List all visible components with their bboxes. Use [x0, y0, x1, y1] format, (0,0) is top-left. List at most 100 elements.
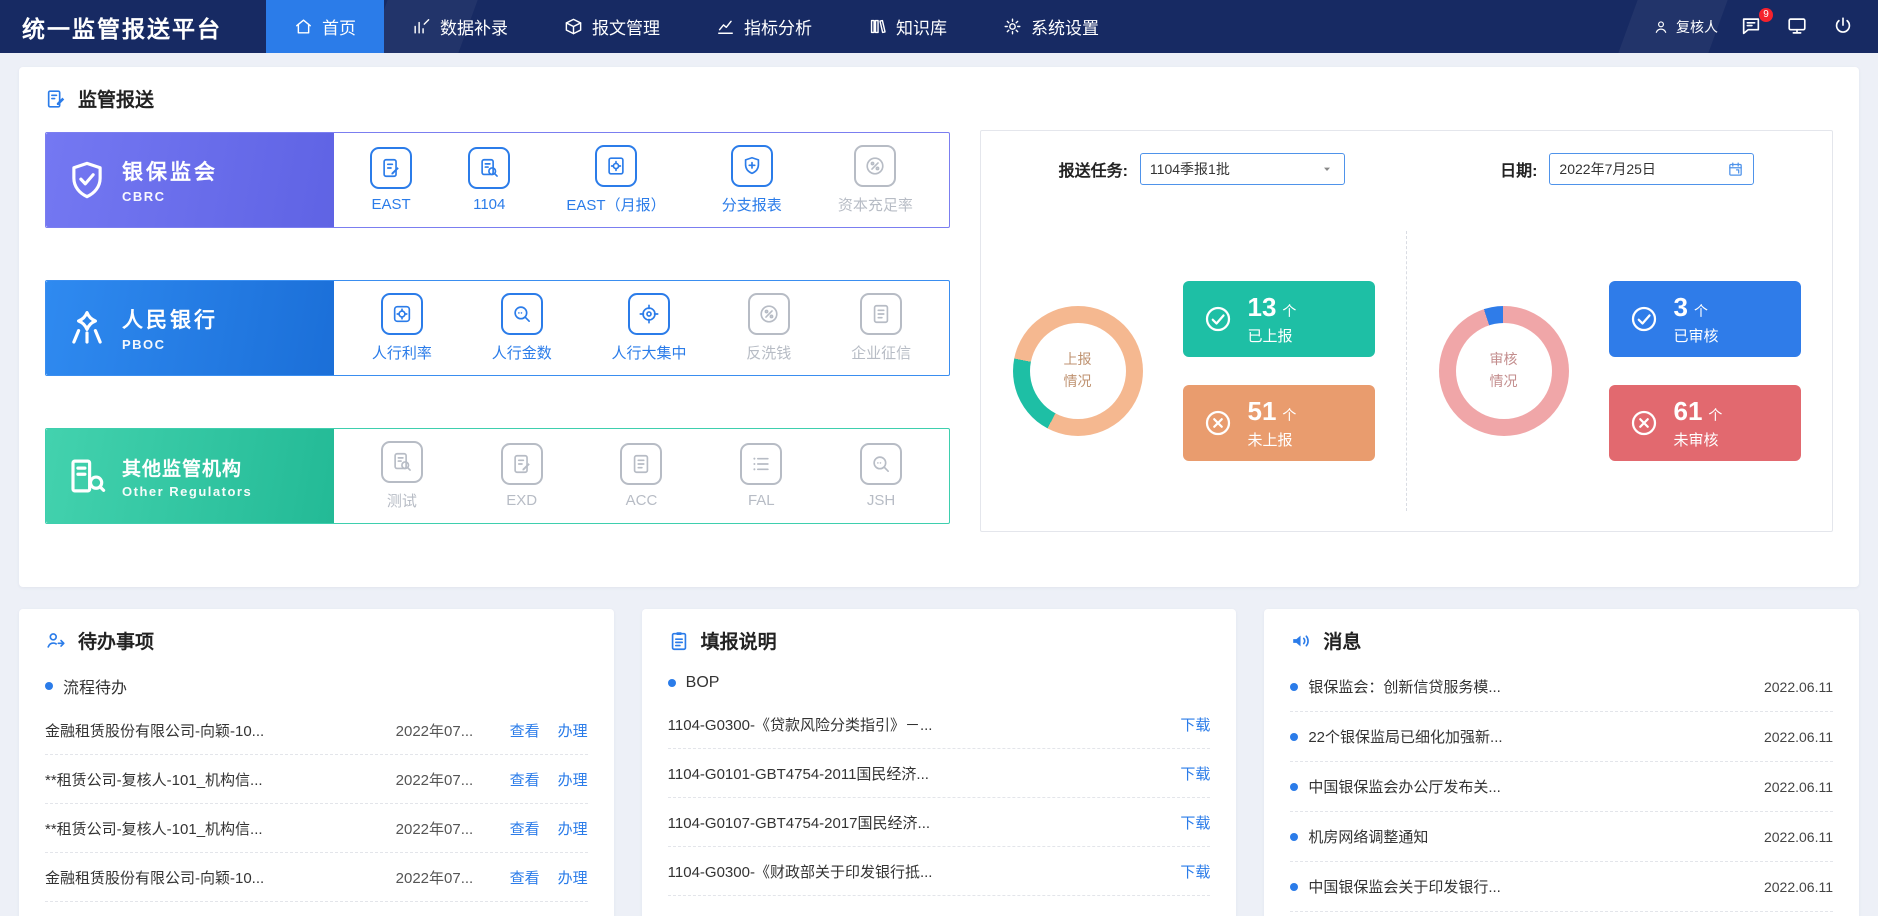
todo-date: 2022年07... [395, 820, 474, 838]
app-label: EAST [371, 196, 411, 213]
app-box [468, 147, 511, 189]
download-link[interactable]: 下载 [1180, 812, 1210, 833]
stat-number: 51 个 [1248, 396, 1297, 427]
user-menu[interactable]: 复核人 [1653, 17, 1718, 37]
message-row[interactable]: 中国银保监会办公厅发布关... 2022.06.11 [1290, 762, 1834, 812]
todo-row: **租赁公司-复核人-101_机构信... 2022年07... 查看 办理 [45, 755, 588, 804]
instructions-subtitle-row: BOP [667, 662, 1211, 700]
shield-doc-icon [741, 155, 763, 177]
stat-unit: 个 [1282, 407, 1297, 423]
donut-center-label: 上报 情况 [1063, 351, 1092, 389]
instructions-card-header: 填报说明 [668, 627, 1211, 654]
instruction-row: 1104-G0300-《贷款风险分类指引》－... 下载 [667, 700, 1211, 749]
stat-label: 未审核 [1673, 432, 1719, 449]
doc-gear-icon [605, 155, 627, 177]
handle-link[interactable]: 办理 [558, 720, 588, 741]
app-label: 企业征信 [851, 345, 912, 362]
report-status-panel: 报送任务: 1104季报1批 日期: 2022年7月25日 上报 情况 13 个… [980, 130, 1833, 532]
stat-label: 未上报 [1247, 432, 1293, 449]
handle-link[interactable]: 办理 [558, 818, 588, 839]
regulator-name: 其他监管机构 [122, 458, 243, 480]
nav-item-label: 指标分析 [744, 19, 812, 38]
doc-edit-icon [380, 157, 402, 179]
nav-item-system-settings[interactable]: 系统设置 [975, 0, 1127, 53]
app-box [370, 147, 413, 189]
instruction-row: 1104-G0101-GBT4754-2011国民经济... 下载 [667, 749, 1211, 798]
trend-icon [716, 17, 735, 36]
stat-text: 13 个已上报 [1248, 292, 1297, 346]
app-label: EXD [506, 492, 538, 509]
instruction-title: 1104-G0107-GBT4754-2017国民经济... [667, 814, 931, 832]
download-link[interactable]: 下载 [1180, 714, 1210, 735]
search-dots-icon [870, 453, 892, 475]
donut-group-review: 审核 情况 3 个已审核 61 个未审核 [1406, 231, 1832, 511]
app-box [740, 443, 783, 485]
nav-item-knowledge-base[interactable]: 知识库 [840, 0, 975, 53]
main-content: 监管报送 银保监会 CBRC EAST 1104 EAST（月报） 分支报表 资本充足率 人民… [0, 53, 1878, 916]
message-row[interactable]: 银保监会：创新信贷服务模... 2022.06.11 [1290, 662, 1834, 712]
app-pboc-jinshu[interactable]: 人行金数 [492, 293, 552, 363]
message-title: 中国银保监会办公厅发布关... [1308, 779, 1501, 796]
view-link[interactable]: 查看 [510, 867, 540, 888]
donut-center-label: 审核 情况 [1489, 351, 1518, 389]
nav-item-home[interactable]: 首页 [266, 0, 384, 53]
regulator-text: 银保监会 CBRC [122, 156, 218, 204]
todo-title: 金融租赁股份有限公司-向颖-10... [45, 869, 265, 887]
logout-button[interactable] [1832, 15, 1856, 39]
message-row[interactable]: 中国银保监会关于印发银行... 2022.06.11 [1290, 862, 1834, 912]
message-title: 机房网络调整通知 [1308, 829, 1429, 846]
shield-icon [66, 159, 108, 201]
handle-link[interactable]: 办理 [558, 769, 588, 790]
user-name: 复核人 [1676, 18, 1718, 35]
regulator-subname: PBOC [122, 337, 166, 352]
nav-item-indicator-analysis[interactable]: 指标分析 [688, 0, 840, 53]
app-label: 测试 [386, 493, 417, 510]
person-icon [1653, 19, 1669, 35]
app-east-monthly[interactable]: EAST（月报） [566, 145, 666, 215]
date-picker[interactable]: 2022年7月25日 [1549, 153, 1755, 185]
stat-value: 51 [1247, 396, 1277, 426]
bullet-dot [1290, 732, 1299, 741]
message-date: 2022.06.11 [1763, 728, 1834, 745]
view-link[interactable]: 查看 [510, 769, 540, 790]
regulator-list: 银保监会 CBRC EAST 1104 EAST（月报） 分支报表 资本充足率 人民银行 PBO… [45, 130, 950, 532]
app-aml: 反洗钱 [746, 293, 791, 363]
bullet-dot [667, 679, 676, 687]
gear-box-icon [391, 303, 413, 325]
view-link[interactable]: 查看 [510, 720, 540, 741]
regulator-row-cbrc: 银保监会 CBRC EAST 1104 EAST（月报） 分支报表 资本充足率 [45, 132, 950, 228]
list-icon [750, 453, 772, 475]
app-exd: EXD [500, 443, 543, 509]
app-pboc-rate[interactable]: 人行利率 [372, 293, 432, 363]
report-section: 监管报送 银保监会 CBRC EAST 1104 EAST（月报） 分支报表 资本充足率 人民… [19, 67, 1859, 587]
app-label: 人行利率 [371, 345, 432, 362]
app-label: JSH [866, 492, 896, 509]
todo-title: **租赁公司-复核人-101_机构信... [45, 771, 263, 789]
app-branch-report[interactable]: 分支报表 [722, 145, 782, 215]
nav-item-report-mgmt[interactable]: 报文管理 [536, 0, 688, 53]
person-flow-icon [45, 630, 67, 652]
message-title: 银保监会：创新信贷服务模... [1308, 679, 1501, 696]
app-pboc-dajizhong[interactable]: 人行大集中 [611, 293, 687, 363]
caret-down-icon [1319, 161, 1335, 177]
task-select[interactable]: 1104季报1批 [1139, 153, 1345, 185]
download-link[interactable]: 下载 [1180, 763, 1210, 784]
app-box [747, 293, 790, 335]
bullet-dot [1290, 682, 1299, 691]
power-icon [1832, 15, 1854, 37]
message-row[interactable]: 22个银保监局已细化加强新... 2022.06.11 [1290, 712, 1834, 762]
regulator-row-other: 其他监管机构 Other Regulators 测试 EXD ACC FAL JSH [45, 428, 950, 524]
nav-item-data-entry[interactable]: 数据补录 [384, 0, 536, 53]
app-east[interactable]: EAST [370, 147, 413, 213]
handle-link[interactable]: 办理 [558, 867, 588, 888]
todo-date: 2022年07... [395, 869, 474, 887]
download-link[interactable]: 下载 [1180, 861, 1210, 882]
messages-button[interactable]: 9 [1740, 7, 1773, 39]
app-report-1104[interactable]: 1104 [468, 147, 511, 213]
stat-not-uploaded: 51 个未上报 [1182, 385, 1375, 461]
board-button[interactable] [1786, 15, 1810, 39]
message-row[interactable]: 机房网络调整通知 2022.06.11 [1290, 812, 1834, 862]
view-link[interactable]: 查看 [510, 818, 540, 839]
todo-subtitle-row: 流程待办 [45, 662, 588, 706]
monitor-icon [1786, 15, 1808, 37]
